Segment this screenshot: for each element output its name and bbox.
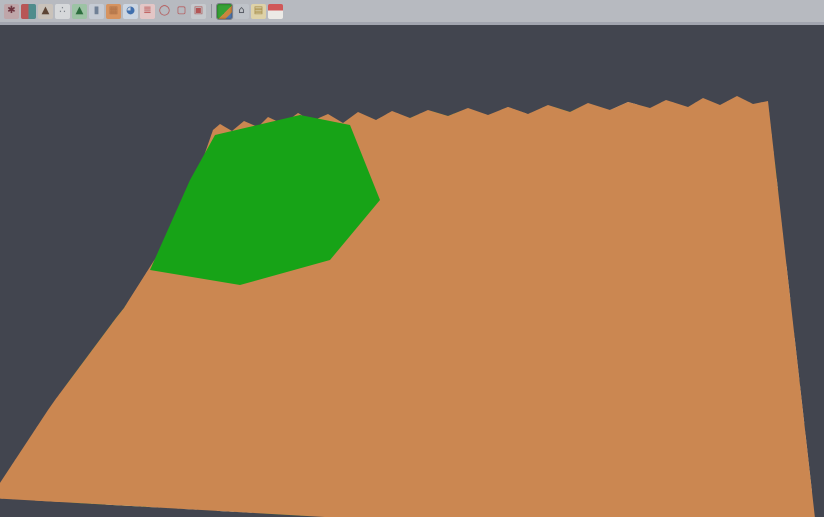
contour-lines-icon[interactable]: ▤ [251,4,266,19]
crop-region-icon[interactable]: ▣ [191,4,206,19]
dem-view-icon[interactable]: ≣ [140,4,155,19]
viewport-3d[interactable] [0,25,824,517]
circle-selection-icon[interactable]: ◯ [157,4,172,19]
main-toolbar: ✱▲∴▲▮▦◕≣◯▢▣⌂▤ [0,0,824,25]
tiled-model-icon[interactable]: ◕ [123,4,138,19]
classified-view-icon[interactable] [217,4,232,19]
model-shaded-icon[interactable]: ▮ [89,4,104,19]
orthomosaic-icon[interactable] [268,4,283,19]
region-selection-icon[interactable]: ▢ [174,4,189,19]
select-points-icon[interactable]: ✱ [4,4,19,19]
textured-view-icon[interactable]: ▦ [106,4,121,19]
dense-cloud-icon[interactable]: ▲ [72,4,87,19]
split-compare-icon[interactable] [21,4,36,19]
sparse-cloud-icon[interactable]: ∴ [55,4,70,19]
build-mesh-icon[interactable]: ⌂ [234,4,249,19]
app-window: ✱▲∴▲▮▦◕≣◯▢▣⌂▤ [0,0,824,517]
toolbar-separator [211,4,212,18]
terrain-model-icon[interactable]: ▲ [38,4,53,19]
point-cloud-scene [0,0,824,517]
